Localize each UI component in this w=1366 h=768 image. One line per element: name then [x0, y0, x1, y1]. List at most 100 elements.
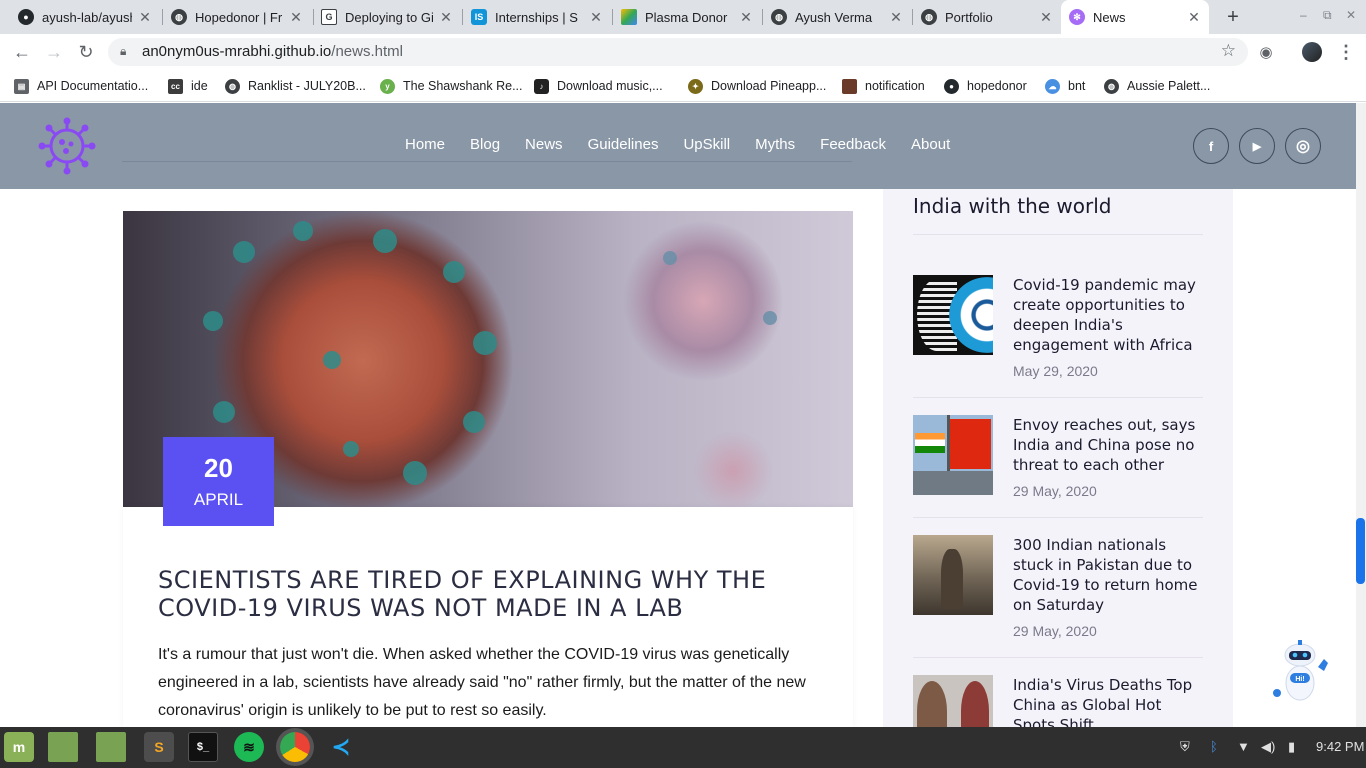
facebook-icon[interactable]: f	[1193, 128, 1229, 164]
tab-portfolio[interactable]: ◍ Portfolio ✕	[913, 0, 1061, 34]
bookmark-ide[interactable]: cc ide	[168, 76, 208, 96]
bluetooth-icon[interactable]: ᛒ	[1210, 739, 1218, 754]
volume-icon[interactable]: ◀)	[1261, 739, 1275, 755]
new-tab-button[interactable]: +	[1222, 6, 1244, 28]
internshala-icon: IS	[471, 9, 487, 25]
news-title[interactable]: India's Virus Deaths Top China as Global…	[1013, 675, 1203, 727]
tab-title: Internships | S	[495, 9, 578, 25]
tab-plasma-donor[interactable]: Plasma Donor ✕	[613, 0, 761, 34]
github-icon: ●	[18, 9, 34, 25]
close-icon[interactable]: ✕	[589, 9, 603, 26]
bookmark-hopedonor[interactable]: ● hopedonor	[944, 76, 1027, 96]
news-title[interactable]: 300 Indian nationals stuck in Pakistan d…	[1013, 535, 1203, 615]
tab-ayush-verma[interactable]: ◍ Ayush Verma ✕	[763, 0, 911, 34]
url-text[interactable]: an0nym0us-mrabhi.github.io/news.html	[142, 43, 403, 60]
main-menu: Home Blog News Guidelines UpSkill Myths …	[405, 136, 975, 153]
close-icon[interactable]: ✕	[1187, 9, 1201, 26]
nav-blog[interactable]: Blog	[470, 136, 500, 153]
wifi-icon[interactable]: ▼	[1237, 739, 1250, 754]
nav-myths[interactable]: Myths	[755, 136, 795, 153]
bookmark-aussie[interactable]: ◍ Aussie Palett...	[1104, 76, 1210, 96]
nav-feedback[interactable]: Feedback	[820, 136, 886, 153]
nav-news[interactable]: News	[525, 136, 563, 153]
close-icon[interactable]: ✕	[439, 9, 453, 26]
folder-icon[interactable]	[96, 732, 126, 762]
forward-icon[interactable]: →	[44, 42, 64, 62]
news-item[interactable]: 300 Indian nationals stuck in Pakistan d…	[913, 535, 1203, 675]
news-title[interactable]: Covid-19 pandemic may create opportuniti…	[1013, 275, 1203, 355]
news-date: 29 May, 2020	[1013, 623, 1097, 639]
news-item[interactable]: India's Virus Deaths Top China as Global…	[913, 675, 1203, 727]
terminal-icon[interactable]: $_	[188, 732, 218, 762]
scrollbar[interactable]	[1356, 103, 1366, 727]
mint-menu-icon[interactable]: m	[4, 732, 34, 762]
nav-guidelines[interactable]: Guidelines	[588, 136, 659, 153]
news-thumbnail	[913, 675, 993, 727]
bookmark-ranklist[interactable]: ◍ Ranklist - JULY20B...	[225, 76, 366, 96]
instagram-icon[interactable]: ◎	[1285, 128, 1321, 164]
menu-kebab-icon[interactable]: ⋮	[1336, 42, 1356, 62]
bookmark-api-docs[interactable]: ▤ API Documentatio...	[14, 76, 148, 96]
bookmark-label: The Shawshank Re...	[403, 79, 523, 93]
minimize-icon[interactable]: –	[1300, 8, 1307, 22]
divider	[913, 397, 1203, 398]
close-icon[interactable]: ✕	[289, 9, 303, 26]
close-icon[interactable]: ✕	[138, 9, 152, 26]
battery-icon[interactable]: ▮	[1288, 739, 1295, 755]
close-icon[interactable]: ✕	[1039, 9, 1053, 26]
nav-home[interactable]: Home	[405, 136, 445, 153]
bookmark-label: Download Pineapp...	[711, 79, 827, 93]
reload-icon[interactable]: ↻	[76, 42, 96, 62]
news-date: May 29, 2020	[1013, 363, 1098, 379]
tab-hopedonor[interactable]: ◍ Hopedonor | Fr ✕	[163, 0, 311, 34]
chrome-icon[interactable]	[280, 732, 310, 762]
close-icon[interactable]: ✕	[739, 9, 753, 26]
tab-strip: ● ayush-lab/ayush ✕ ◍ Hopedonor | Fr ✕ G…	[0, 0, 1366, 34]
tab-title: Hopedonor | Fr	[195, 9, 283, 25]
nav-about[interactable]: About	[911, 136, 950, 153]
bookmark-shawshank[interactable]: y The Shawshank Re...	[380, 76, 523, 96]
close-icon[interactable]: ✕	[889, 9, 903, 26]
tab-ayush-lab[interactable]: ● ayush-lab/ayush ✕	[10, 0, 160, 34]
article-excerpt: It's a rumour that just won't die. When …	[158, 646, 806, 719]
bookmark-bnt[interactable]: ☁ bnt	[1045, 76, 1085, 96]
news-thumbnail	[913, 415, 993, 495]
image-icon	[842, 78, 857, 94]
clock-time[interactable]: 9:42 PM	[1316, 739, 1364, 754]
bookmark-download-music[interactable]: ♪ Download music,...	[534, 76, 663, 96]
bookmark-label: bnt	[1068, 79, 1086, 93]
bookmark-pineapple[interactable]: ✦ Download Pineapp...	[688, 76, 826, 96]
spotify-icon[interactable]: ≋	[234, 732, 264, 762]
tab-news[interactable]: ✻ News ✕	[1061, 0, 1209, 34]
globe-icon: ◍	[771, 9, 787, 25]
divider	[122, 161, 852, 162]
toolbar: ← → ↻ 🔒︎ an0nym0us-mrabhi.github.io/news…	[0, 34, 1366, 70]
globe-icon: ◍	[1104, 78, 1119, 94]
scrollbar-thumb[interactable]	[1356, 518, 1365, 584]
bookmark-notification[interactable]: notification	[842, 76, 925, 96]
nav-upskill[interactable]: UpSkill	[683, 136, 730, 153]
avatar[interactable]	[1302, 42, 1322, 62]
news-item[interactable]: Covid-19 pandemic may create opportuniti…	[913, 275, 1203, 398]
window-close-icon[interactable]: ✕	[1346, 8, 1356, 22]
vscode-icon[interactable]: ≺	[326, 732, 356, 762]
chatbot-robot-icon[interactable]: Hi!	[1268, 639, 1332, 709]
bookmark-star-icon[interactable]: ☆	[1221, 41, 1236, 61]
youtube-icon[interactable]: ▶	[1239, 128, 1275, 164]
back-icon[interactable]: ←	[12, 42, 32, 62]
shield-icon[interactable]: ⛨	[1180, 739, 1190, 755]
camera-icon[interactable]: ◉	[1256, 43, 1276, 63]
address-bar[interactable]: 🔒︎ an0nym0us-mrabhi.github.io/news.html …	[108, 38, 1248, 66]
news-title[interactable]: Envoy reaches out, says India and China …	[1013, 415, 1203, 475]
url-host: an0nym0us-mrabhi.github.io	[142, 43, 332, 60]
doc-icon: ▤	[14, 78, 29, 94]
tab-deploying[interactable]: G Deploying to Gi ✕	[313, 0, 461, 34]
restore-icon[interactable]: ⧉	[1323, 8, 1332, 23]
sublime-text-icon[interactable]: S	[144, 732, 174, 762]
news-item[interactable]: Envoy reaches out, says India and China …	[913, 415, 1203, 535]
tab-internships[interactable]: IS Internships | S ✕	[463, 0, 611, 34]
folder-icon[interactable]	[48, 732, 78, 762]
virus-logo-icon[interactable]	[38, 117, 96, 175]
article-title[interactable]: SCIENTISTS ARE TIRED OF EXPLAINING WHY T…	[158, 566, 818, 622]
lock-icon: 🔒︎	[120, 44, 127, 58]
